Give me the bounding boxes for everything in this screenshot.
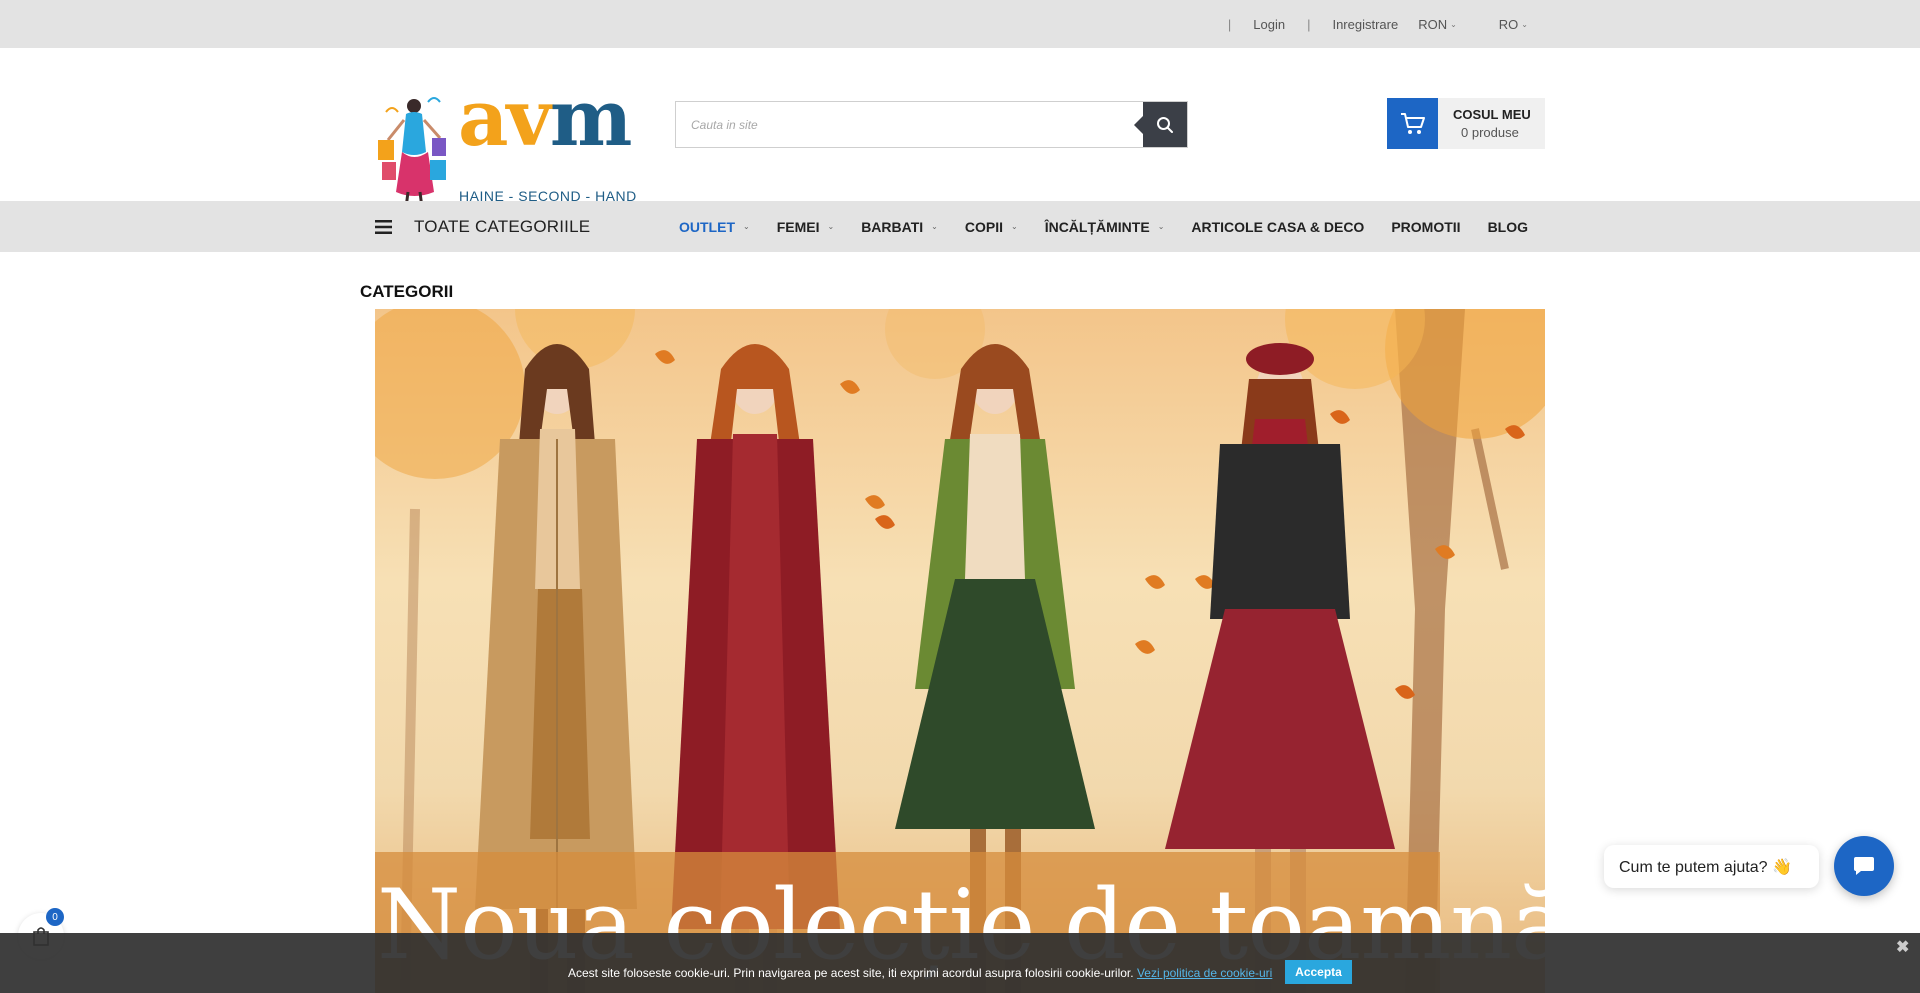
chat-prompt-text: Cum te putem ajuta? 👋 — [1619, 858, 1792, 876]
nav-item-promotii[interactable]: PROMOTII — [1391, 219, 1460, 235]
nav-menu: OUTLET ⌄ FEMEI ⌄ BARBATI ⌄ COPII ⌄ ÎNCĂLȚĂMI… — [679, 201, 1528, 252]
chat-icon — [1854, 857, 1874, 875]
logo-wordmark: avm — [458, 73, 632, 164]
chevron-down-icon: ⌄ — [1521, 19, 1528, 29]
nav-item-outlet[interactable]: OUTLET ⌄ — [679, 219, 750, 235]
chevron-down-icon: ⌄ — [1157, 222, 1165, 231]
accept-cookies-button[interactable]: Accepta — [1285, 960, 1352, 984]
chevron-down-icon: ⌄ — [743, 222, 750, 231]
currency-value: RON — [1418, 16, 1448, 32]
hamburger-icon — [375, 219, 392, 234]
cart-icon-box — [1387, 98, 1438, 149]
top-links: | Login | Inregistrare RON ⌄ RO ⌄ — [1206, 0, 1528, 48]
nav-item-femei[interactable]: FEMEI ⌄ — [777, 219, 834, 235]
chevron-down-icon: ⌄ — [931, 222, 938, 231]
cart-icon — [1400, 112, 1425, 134]
separator: | — [1227, 16, 1232, 32]
login-link[interactable]: Login — [1253, 17, 1285, 32]
all-categories-toggle[interactable]: TOATE CATEGORIILE — [375, 201, 590, 252]
language-selector[interactable]: RO ⌄ — [1499, 17, 1528, 32]
search-button[interactable] — [1134, 102, 1187, 147]
site-header: avm HAINE - SECOND - HAND COSUL MEU 0 pr… — [0, 48, 1920, 209]
register-link[interactable]: Inregistrare — [1332, 17, 1398, 32]
cookie-bar: Acest site foloseste cookie-uri. Prin na… — [0, 933, 1920, 993]
site-logo[interactable]: avm HAINE - SECOND - HAND — [376, 80, 646, 214]
cart-text: COSUL MEU 0 produse — [1438, 98, 1531, 149]
search-icon — [1157, 116, 1173, 133]
cookie-message: Acest site foloseste cookie-uri. Prin na… — [568, 966, 1272, 980]
separator: | — [1307, 16, 1311, 32]
chevron-down-icon: ⌄ — [1450, 19, 1457, 29]
logo-figure-icon — [378, 97, 446, 209]
search-box — [675, 101, 1188, 148]
cookie-message-text: Acest site foloseste cookie-uri. Prin na… — [568, 966, 1134, 980]
cart-count: 0 produse — [1461, 125, 1519, 140]
chevron-down-icon: ⌄ — [827, 222, 835, 231]
main-nav: TOATE CATEGORIILE OUTLET ⌄ FEMEI ⌄ BARBATI… — [0, 201, 1920, 252]
search-input[interactable] — [676, 102, 1143, 147]
cart-widget[interactable]: COSUL MEU 0 produse — [1387, 98, 1545, 149]
chat-button[interactable] — [1834, 836, 1894, 896]
top-bar: | Login | Inregistrare RON ⌄ RO ⌄ — [0, 0, 1920, 48]
chat-prompt[interactable]: Cum te putem ajuta? 👋 — [1604, 845, 1819, 888]
close-icon[interactable]: ✖ — [1896, 937, 1909, 957]
hero-banner[interactable]: Noua colecție de toamnă — [375, 309, 1545, 993]
nav-item-copii[interactable]: COPII ⌄ — [965, 219, 1018, 235]
language-value: RO — [1498, 16, 1519, 32]
cart-count-badge: 0 — [46, 908, 64, 926]
all-categories-label: TOATE CATEGORIILE — [414, 216, 591, 236]
nav-item-blog[interactable]: BLOG — [1488, 219, 1528, 235]
section-title: CATEGORII — [360, 282, 454, 301]
nav-item-barbati[interactable]: BARBATI ⌄ — [861, 219, 938, 235]
cart-title: COSUL MEU — [1453, 107, 1531, 122]
nav-item-articole-casa-deco[interactable]: ARTICOLE CASA & DECO — [1191, 219, 1364, 235]
cookie-policy-link[interactable]: Vezi politica de cookie-uri — [1137, 966, 1272, 980]
nav-item-incaltaminte[interactable]: ÎNCĂLȚĂMINTE ⌄ — [1045, 219, 1165, 235]
chevron-down-icon: ⌄ — [1010, 222, 1018, 231]
currency-selector[interactable]: RON ⌄ — [1418, 17, 1457, 32]
